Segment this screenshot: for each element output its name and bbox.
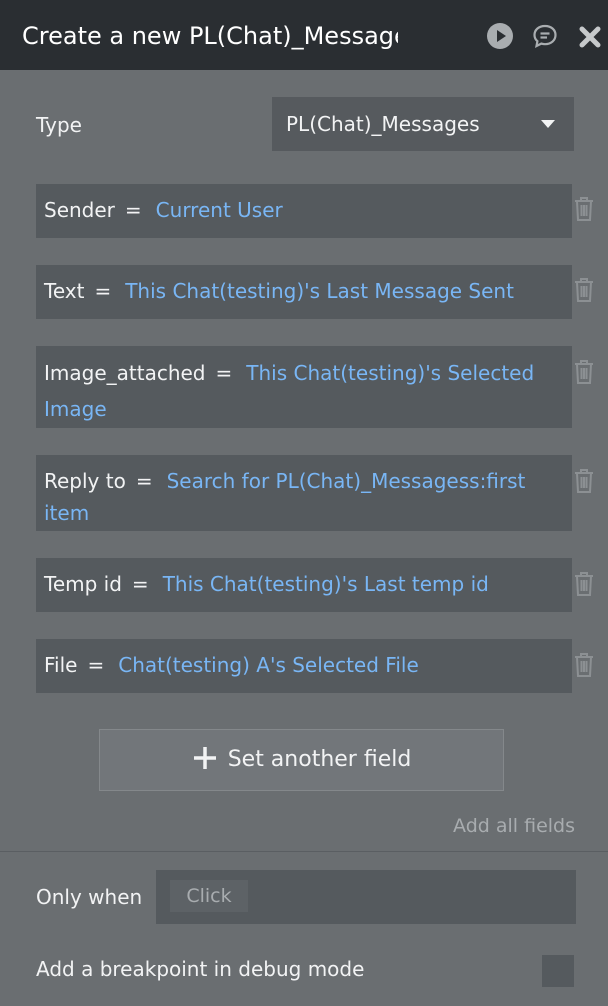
comment-icon[interactable] xyxy=(532,23,558,49)
field-name: Text xyxy=(44,279,85,303)
set-another-field-button[interactable]: Set another field xyxy=(99,729,504,791)
field-value[interactable]: This Chat(testing)'s Last temp id xyxy=(163,572,489,596)
set-another-field-label: Set another field xyxy=(227,747,412,772)
trash-icon[interactable] xyxy=(573,277,595,303)
plus-icon xyxy=(193,747,216,769)
trash-icon[interactable] xyxy=(573,571,595,597)
breakpoint-checkbox[interactable] xyxy=(542,955,574,987)
field-name: File xyxy=(44,653,78,677)
field-row-image-attached[interactable]: Image_attached = This Chat(testing)'s Sele… xyxy=(36,346,572,428)
only-when-click-placeholder[interactable]: Click xyxy=(170,880,248,912)
panel-header: Create a new PL(Chat)_Messages xyxy=(0,0,608,70)
trash-icon[interactable] xyxy=(573,196,595,222)
section-divider xyxy=(0,851,608,852)
field-row-reply-to[interactable]: Reply to = Search for PL(Chat)_Messagess:f… xyxy=(36,455,572,531)
play-icon[interactable] xyxy=(486,22,514,50)
field-name: Reply to xyxy=(44,469,126,493)
field-row-sender[interactable]: Sender = Current User xyxy=(36,184,572,238)
field-value[interactable]: Current User xyxy=(156,198,283,222)
field-row-file[interactable]: File = Chat(testing) A's Selected File xyxy=(36,639,572,693)
equals-sign: = xyxy=(131,572,149,596)
field-name: Image_attached xyxy=(44,361,206,385)
trash-icon[interactable] xyxy=(573,652,595,678)
equals-sign: = xyxy=(124,198,142,222)
only-when-label: Only when xyxy=(36,885,143,909)
panel-title: Create a new PL(Chat)_Messages xyxy=(22,22,398,50)
field-value[interactable]: This Chat(testing)'s Last Message Sent xyxy=(125,279,514,303)
field-row-text[interactable]: Text = This Chat(testing)'s Last Message S… xyxy=(36,265,572,319)
type-label: Type xyxy=(36,113,82,137)
equals-sign: = xyxy=(135,469,153,493)
caret-down-icon xyxy=(541,120,555,128)
equals-sign: = xyxy=(94,279,112,303)
trash-icon[interactable] xyxy=(573,359,595,385)
equals-sign: = xyxy=(215,361,233,385)
type-dropdown[interactable]: PL(Chat)_Messages xyxy=(272,97,574,151)
field-name: Sender xyxy=(44,198,115,222)
type-dropdown-value: PL(Chat)_Messages xyxy=(286,112,480,136)
field-value[interactable]: Chat(testing) A's Selected File xyxy=(118,653,419,677)
field-row-temp-id[interactable]: Temp id = This Chat(testing)'s Last temp i… xyxy=(36,558,572,612)
equals-sign: = xyxy=(87,653,105,677)
add-all-fields-link[interactable]: Add all fields xyxy=(453,813,575,839)
field-name: Temp id xyxy=(44,572,122,596)
breakpoint-label: Add a breakpoint in debug mode xyxy=(36,957,365,981)
close-icon[interactable] xyxy=(578,25,602,49)
trash-icon[interactable] xyxy=(573,468,595,494)
